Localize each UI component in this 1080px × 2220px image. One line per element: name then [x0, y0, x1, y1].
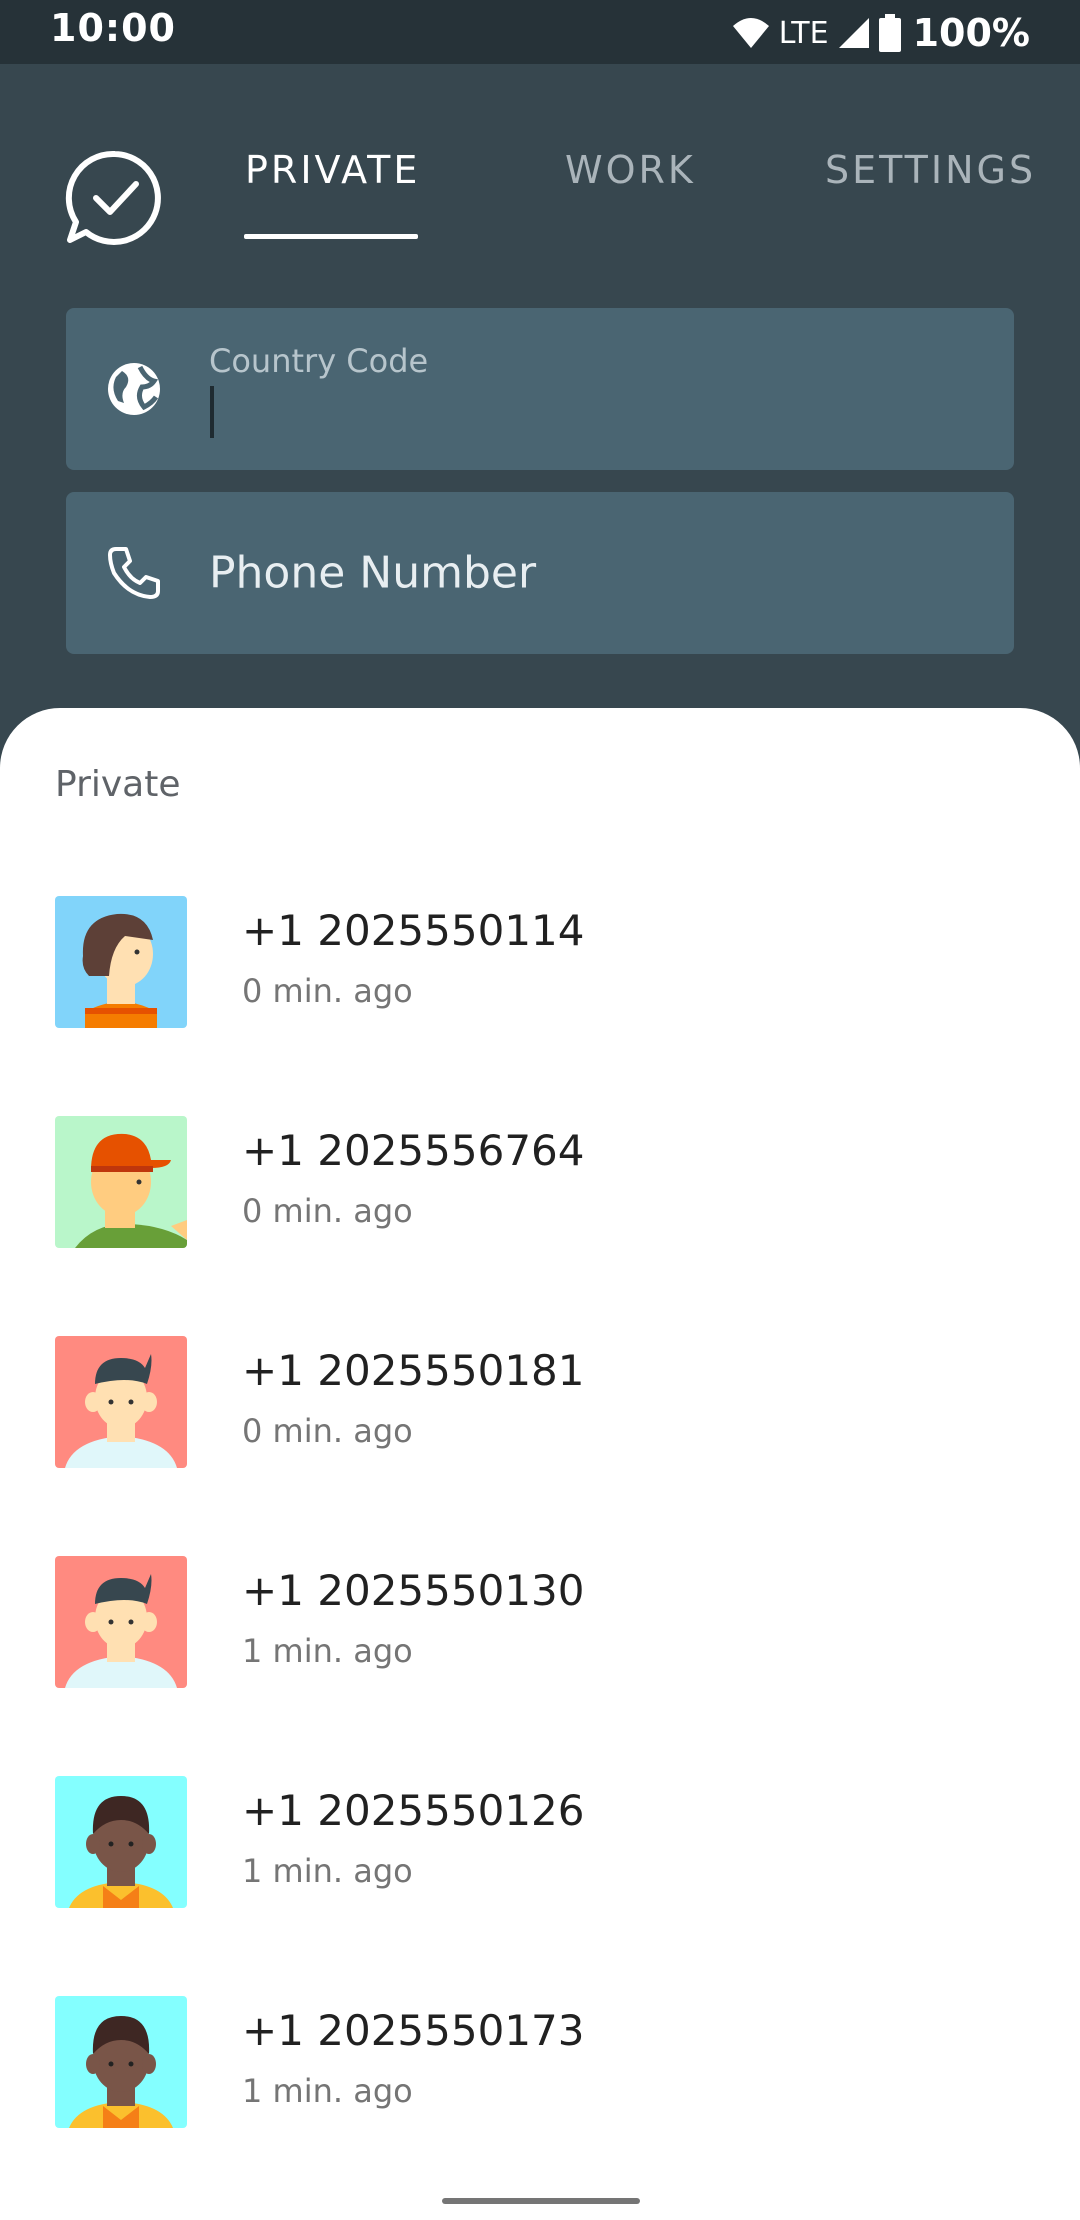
phone-number-placeholder: Phone Number [209, 547, 537, 599]
country-code-label: Country Code [209, 342, 429, 380]
status-bar: 10:00 LTE 100% [0, 0, 1080, 64]
network-type: LTE [778, 15, 829, 51]
text-cursor [210, 386, 214, 438]
status-time: 10:00 [50, 6, 176, 50]
contact-time: 1 min. ago [242, 1852, 413, 1890]
signal-icon [838, 18, 869, 48]
globe-icon [108, 363, 160, 415]
list-item[interactable]: +1 2025550114 0 min. ago [0, 858, 1080, 1078]
chat-check-icon [65, 150, 161, 245]
contact-time: 1 min. ago [242, 1632, 413, 1670]
avatar-boy-red-icon [55, 1336, 187, 1468]
contact-time: 0 min. ago [242, 1412, 413, 1450]
list-item[interactable]: +1 2025550126 1 min. ago [0, 1738, 1080, 1958]
list-item[interactable]: +1 2025556764 0 min. ago [0, 1078, 1080, 1298]
header: PRIVATE WORK SETTINGS Country Code Phone… [0, 64, 1080, 714]
section-title: Private [55, 764, 181, 805]
list-item[interactable]: +1 2025550181 0 min. ago [0, 1298, 1080, 1518]
active-tab-indicator [244, 234, 418, 239]
contact-number: +1 2025550181 [242, 1346, 585, 1395]
contact-time: 0 min. ago [242, 1192, 413, 1230]
contact-time: 0 min. ago [242, 972, 413, 1010]
avatar-boy-red-icon [55, 1556, 187, 1688]
phone-number-field[interactable]: Phone Number [66, 492, 1014, 654]
status-icons: LTE 100% [731, 8, 1030, 58]
contact-time: 1 min. ago [242, 2072, 413, 2110]
battery-level: 100% [912, 11, 1030, 55]
contact-number: +1 2025550130 [242, 1566, 585, 1615]
contact-number: +1 2025550173 [242, 2006, 585, 2055]
contact-number: +1 2025556764 [242, 1126, 585, 1175]
wifi-icon [732, 18, 769, 48]
avatar-woman-blue-icon [55, 896, 187, 1028]
avatar-man-cap-green-icon [55, 1116, 187, 1248]
contact-number: +1 2025550114 [242, 906, 585, 955]
battery-icon [878, 14, 901, 52]
tab-settings[interactable]: SETTINGS [825, 148, 1036, 192]
home-indicator[interactable] [442, 2198, 640, 2204]
tab-work[interactable]: WORK [565, 148, 696, 192]
list-item[interactable]: +1 2025550130 1 min. ago [0, 1518, 1080, 1738]
contact-number: +1 2025550126 [242, 1786, 585, 1835]
list-item[interactable]: +1 2025550173 1 min. ago [0, 1958, 1080, 2178]
tab-private[interactable]: PRIVATE [245, 148, 420, 192]
avatar-man-dark-cyan-icon [55, 1996, 187, 2128]
phone-icon [108, 547, 160, 599]
contacts-sheet: Private +1 2025550114 0 min. ago +1 2025… [0, 708, 1080, 2220]
avatar-man-dark-cyan-icon [55, 1776, 187, 1908]
country-code-field[interactable]: Country Code [66, 308, 1014, 470]
